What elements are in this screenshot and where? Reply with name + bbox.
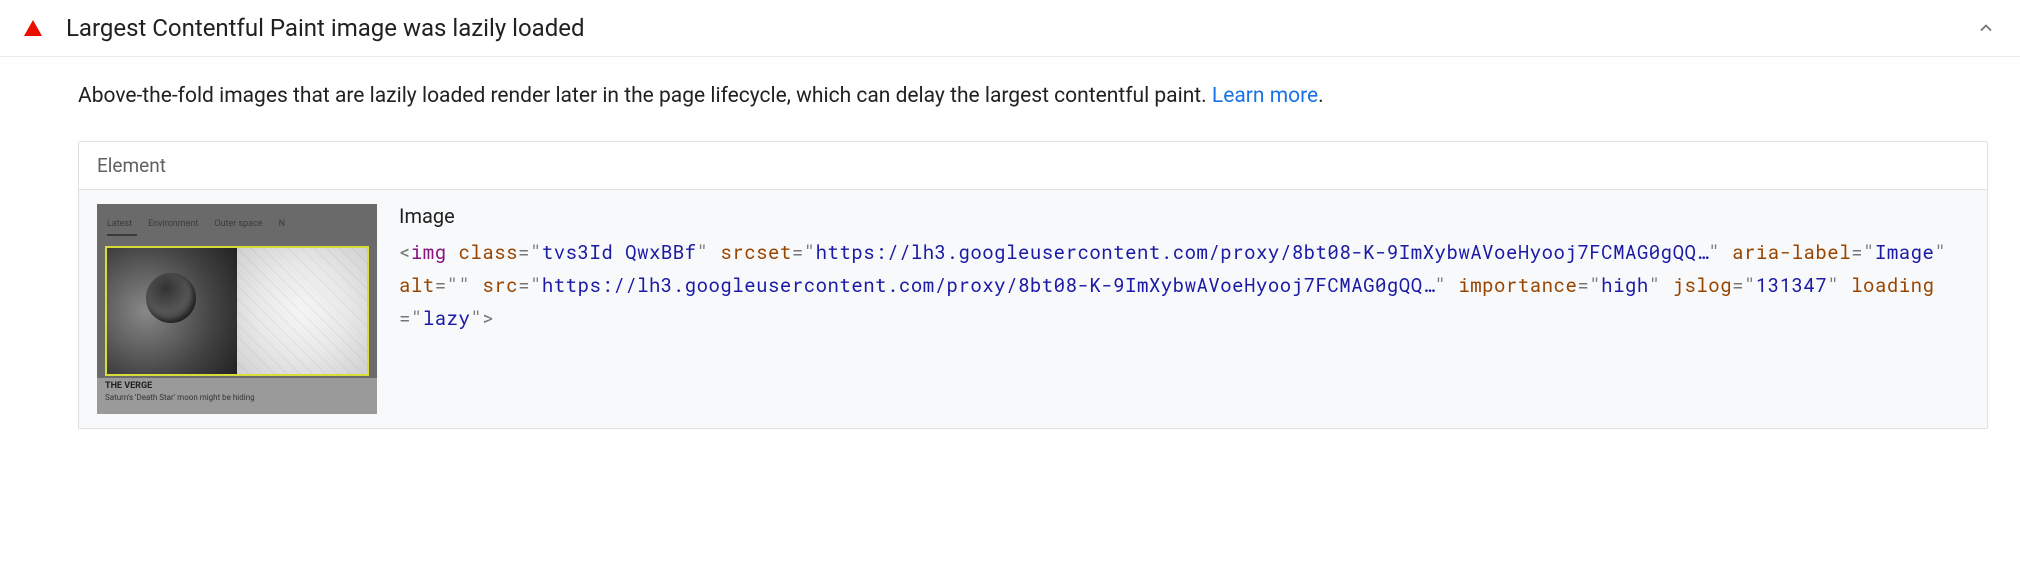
- element-details: Image <img class="tvs3Id QwxBBf" srcset=…: [399, 204, 1969, 336]
- audit-description-text: Above-the-fold images that are lazily lo…: [78, 84, 1212, 108]
- audit-body: Above-the-fold images that are lazily lo…: [0, 57, 2020, 453]
- fail-triangle-icon: [24, 20, 42, 36]
- table-header-element: Element: [79, 142, 1987, 190]
- thumb-tab: Outer space: [214, 219, 262, 229]
- element-thumbnail: Latest Environment Outer space N THE VER…: [97, 204, 377, 414]
- details-table: Element Latest Environment Outer space N…: [78, 141, 1988, 429]
- thumbnail-tabs: Latest Environment Outer space N: [97, 204, 377, 244]
- chevron-up-icon: [1976, 18, 1996, 38]
- thumbnail-source: THE VERGE: [105, 381, 369, 391]
- thumbnail-caption: Saturn's 'Death Star' moon might be hidi…: [105, 393, 369, 402]
- element-label: Image: [399, 204, 1969, 228]
- thumbnail-image: [105, 246, 369, 376]
- audit-header[interactable]: Largest Contentful Paint image was lazil…: [0, 0, 2020, 57]
- audit-description-period: .: [1318, 84, 1324, 108]
- thumb-tab: Latest: [107, 219, 132, 229]
- thumbnail-caption-area: THE VERGE Saturn's 'Death Star' moon mig…: [97, 378, 377, 414]
- thumb-tab: N: [279, 219, 285, 229]
- element-code-snippet: <img class="tvs3Id QwxBBf" srcset="https…: [399, 236, 1969, 336]
- learn-more-link[interactable]: Learn more: [1212, 84, 1318, 108]
- audit-description: Above-the-fold images that are lazily lo…: [78, 81, 1988, 113]
- thumb-tab: Environment: [148, 219, 198, 229]
- audit-title: Largest Contentful Paint image was lazil…: [66, 14, 1976, 42]
- table-row: Latest Environment Outer space N THE VER…: [79, 190, 1987, 428]
